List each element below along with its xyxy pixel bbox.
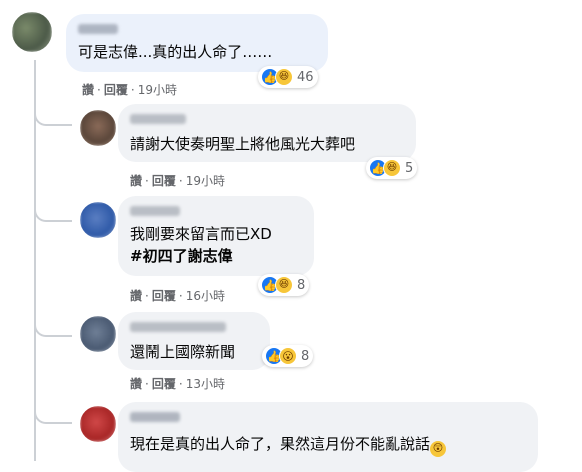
- author-name[interactable]: [130, 322, 226, 332]
- reply-button[interactable]: 回覆: [152, 174, 176, 188]
- wow-icon: 😮: [279, 347, 297, 365]
- comment-actions: 讚 · 回覆 · 19小時: [82, 81, 177, 98]
- surprised-emoji-icon: 😲: [430, 441, 447, 457]
- comment-actions: 讚 · 回覆 · 13小時: [130, 375, 225, 392]
- comment-bubble: 可是志偉...真的出人命了……: [66, 14, 328, 72]
- reply-button[interactable]: 回覆: [104, 83, 128, 97]
- reaction-count: 46: [297, 69, 314, 85]
- author-name[interactable]: [78, 24, 118, 34]
- comment-text: 可是志偉...真的出人命了……: [78, 43, 273, 61]
- like-button[interactable]: 讚: [130, 174, 142, 188]
- comment-text: 請謝大使奏明聖上將他風光大葬吧: [130, 135, 356, 153]
- thread-branch: [34, 313, 72, 337]
- separator: ·: [178, 377, 183, 391]
- reply-button[interactable]: 回覆: [152, 289, 176, 303]
- separator: ·: [178, 289, 183, 303]
- hashtag-link[interactable]: #初四了謝志偉: [130, 246, 233, 266]
- reaction-count: 8: [301, 348, 310, 364]
- separator: ·: [145, 289, 149, 303]
- avatar[interactable]: [80, 110, 116, 146]
- haha-icon: 😆: [275, 276, 293, 294]
- avatar[interactable]: [80, 316, 116, 352]
- timestamp[interactable]: 13小時: [186, 377, 225, 391]
- timestamp[interactable]: 16小時: [186, 289, 225, 303]
- separator: ·: [178, 174, 183, 188]
- comment-actions: 讚 · 回覆 · 16小時: [130, 287, 225, 304]
- separator: ·: [145, 377, 149, 391]
- like-button[interactable]: 讚: [130, 289, 142, 303]
- comment-text: 我剛要來留言而已XD: [130, 225, 272, 243]
- thread-branch: [34, 400, 72, 424]
- haha-icon: 😆: [383, 159, 401, 177]
- reaction-summary[interactable]: 👍 😆 8: [258, 274, 310, 296]
- reply-button[interactable]: 回覆: [152, 377, 176, 391]
- comment-text: 還鬧上國際新聞: [130, 343, 236, 361]
- like-button[interactable]: 讚: [130, 377, 142, 391]
- avatar[interactable]: [80, 406, 116, 442]
- avatar[interactable]: [80, 202, 116, 238]
- timestamp[interactable]: 19小時: [186, 174, 225, 188]
- reaction-summary[interactable]: 👍 😆 5: [366, 157, 418, 179]
- haha-icon: 😆: [275, 68, 293, 86]
- separator: ·: [145, 174, 149, 188]
- separator: ·: [130, 83, 135, 97]
- reaction-summary[interactable]: 👍 😆 46: [258, 66, 318, 88]
- author-name[interactable]: [130, 412, 180, 422]
- comment-text-content: 現在是真的出人命了，果然這月份不能亂說話: [130, 435, 431, 453]
- reaction-count: 5: [405, 160, 414, 176]
- comment-bubble: 我剛要來留言而已XD #初四了謝志偉: [118, 196, 314, 276]
- thread-branch: [34, 102, 72, 126]
- comment-text: 現在是真的出人命了，果然這月份不能亂說話 😲: [130, 434, 447, 457]
- reaction-count: 8: [297, 277, 306, 293]
- author-name[interactable]: [130, 206, 180, 216]
- timestamp[interactable]: 19小時: [138, 83, 177, 97]
- reaction-summary[interactable]: 👍 😮 8: [262, 345, 314, 367]
- separator: ·: [97, 83, 101, 97]
- like-button[interactable]: 讚: [82, 83, 94, 97]
- comment-bubble: 還鬧上國際新聞: [118, 312, 270, 370]
- comment-bubble: 請謝大使奏明聖上將他風光大葬吧: [118, 104, 416, 162]
- author-name[interactable]: [130, 114, 186, 124]
- comment-actions: 讚 · 回覆 · 19小時: [130, 172, 225, 189]
- thread-branch: [34, 198, 72, 222]
- avatar[interactable]: [12, 12, 52, 52]
- comment-bubble: 現在是真的出人命了，果然這月份不能亂說話 😲: [118, 402, 538, 472]
